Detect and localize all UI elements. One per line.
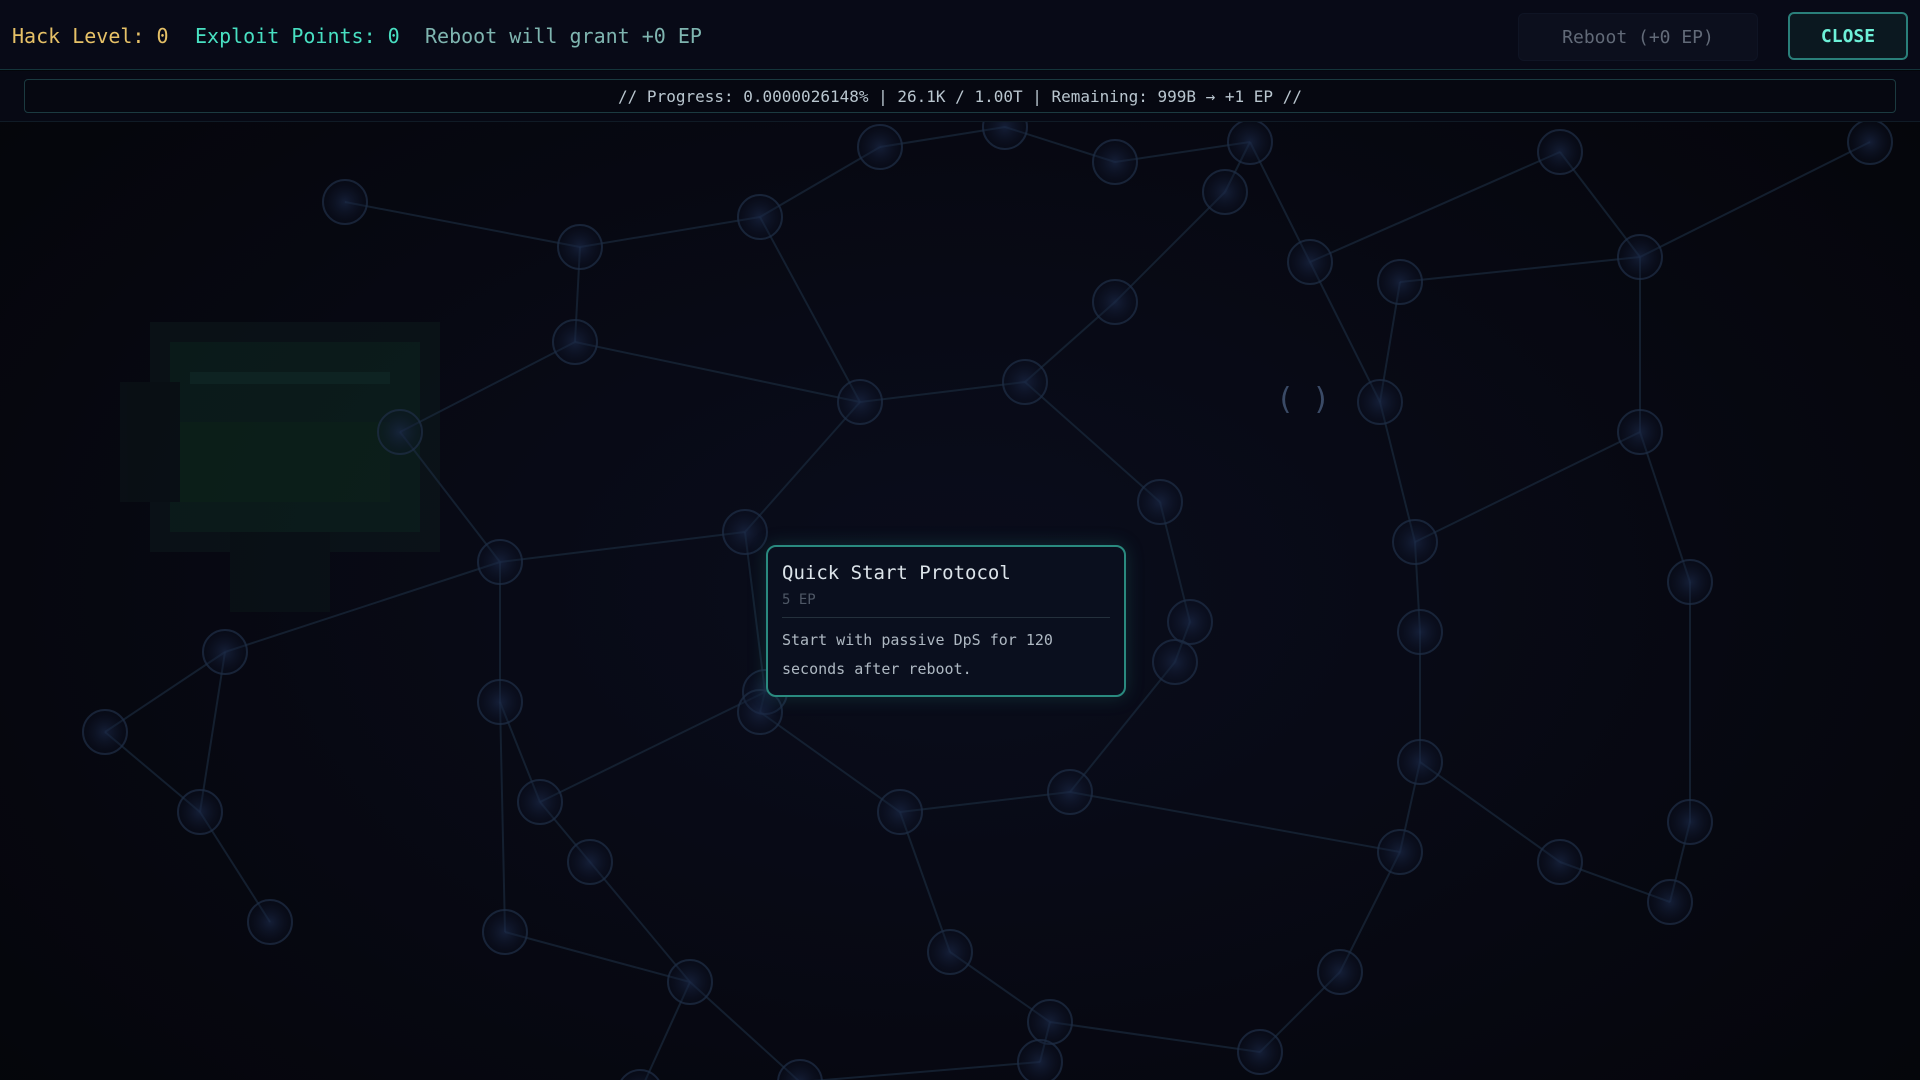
skill-tree-edge <box>504 931 691 983</box>
skill-node[interactable] <box>1167 599 1213 645</box>
skill-tooltip-title: Quick Start Protocol <box>782 562 1011 584</box>
skill-node[interactable] <box>482 909 528 955</box>
skill-tree-edge <box>899 791 1071 813</box>
skill-tree-edge <box>1639 141 1871 258</box>
skill-node[interactable] <box>737 194 783 240</box>
skill-node[interactable] <box>202 629 248 675</box>
skill-node[interactable] <box>1847 122 1893 165</box>
close-button[interactable]: CLOSE <box>1788 12 1908 60</box>
skill-node[interactable] <box>322 179 368 225</box>
skill-node[interactable] <box>1092 279 1138 325</box>
skill-node[interactable] <box>477 539 523 585</box>
skill-node[interactable] <box>1617 409 1663 455</box>
skill-node[interactable] <box>1317 949 1363 995</box>
skill-node[interactable] <box>1667 559 1713 605</box>
skill-tree-edge <box>1114 191 1226 303</box>
skill-node[interactable] <box>517 779 563 825</box>
skill-tree-edge <box>744 531 766 693</box>
skill-tooltip: Quick Start Protocol 5 EP Start with pas… <box>766 545 1126 697</box>
skill-node[interactable] <box>1397 739 1443 785</box>
skill-node[interactable] <box>82 709 128 755</box>
skill-node[interactable] <box>1392 519 1438 565</box>
skill-tree-edge <box>759 711 901 813</box>
hack-level-stat: Hack Level: 0 <box>12 24 169 48</box>
skill-tree-edge <box>1049 1021 1261 1053</box>
skill-tree-edge <box>344 201 581 248</box>
skill-node[interactable] <box>1377 829 1423 875</box>
skill-tree-edge <box>1309 261 1381 403</box>
skill-node[interactable] <box>1237 1029 1283 1075</box>
skill-node[interactable] <box>1227 122 1273 165</box>
progress-bar: // Progress: 0.0000026148% | 26.1K / 1.0… <box>24 79 1896 113</box>
skill-tree-screen: Hack Level: 0 Exploit Points: 0 Reboot w… <box>0 0 1920 1080</box>
skill-tree-edge <box>1309 151 1561 263</box>
skill-node[interactable] <box>1377 259 1423 305</box>
skill-node[interactable] <box>1537 129 1583 175</box>
skill-node[interactable] <box>177 789 223 835</box>
skill-node[interactable] <box>377 409 423 455</box>
locked-region-block <box>120 322 440 612</box>
skill-node[interactable] <box>1152 639 1198 685</box>
skill-node[interactable] <box>1397 609 1443 655</box>
skill-node[interactable] <box>557 224 603 270</box>
skill-node[interactable] <box>567 839 613 885</box>
skill-node[interactable] <box>722 509 768 555</box>
skill-tree-edge <box>199 651 226 813</box>
skill-node[interactable] <box>1647 879 1693 925</box>
skill-node[interactable] <box>247 899 293 945</box>
skill-node[interactable] <box>1047 769 1093 815</box>
skill-node[interactable] <box>857 124 903 170</box>
skill-node[interactable] <box>1287 239 1333 285</box>
skill-tree-edge <box>859 381 1026 403</box>
progress-strip: // Progress: 0.0000026148% | 26.1K / 1.0… <box>0 71 1920 122</box>
skill-tooltip-description: Start with passive DpS for 120 seconds a… <box>782 631 1053 678</box>
skill-node[interactable] <box>1667 799 1713 845</box>
reboot-button[interactable]: Reboot (+0 EP) <box>1518 13 1758 61</box>
skill-tooltip-divider <box>782 617 1110 618</box>
skill-tree-edge <box>579 216 761 248</box>
skill-tree-edge <box>499 531 746 563</box>
top-bar: Hack Level: 0 Exploit Points: 0 Reboot w… <box>0 0 1920 70</box>
skill-tree-edge <box>759 216 861 403</box>
skill-tree-edge <box>1399 256 1641 283</box>
skill-node[interactable] <box>1002 359 1048 405</box>
skill-node[interactable] <box>982 122 1028 150</box>
skill-node[interactable] <box>477 679 523 725</box>
skill-node[interactable] <box>667 959 713 1005</box>
skill-node[interactable] <box>1092 139 1138 185</box>
skill-node[interactable] <box>1017 1039 1063 1080</box>
skill-tree-edge <box>1069 791 1401 853</box>
skill-node[interactable] <box>1537 839 1583 885</box>
exploit-points-stat: Exploit Points: 0 <box>195 24 400 48</box>
progress-text: // Progress: 0.0000026148% | 26.1K / 1.0… <box>618 86 1302 106</box>
skill-tree-edge <box>1639 431 1691 583</box>
skill-tree-edge <box>1414 431 1641 543</box>
skill-node[interactable] <box>1027 999 1073 1045</box>
skill-tree-edge <box>744 401 861 533</box>
skill-node[interactable] <box>837 379 883 425</box>
reboot-grant-text: Reboot will grant +0 EP <box>425 24 702 48</box>
skill-node[interactable] <box>1357 379 1403 425</box>
skill-node[interactable] <box>618 1069 662 1080</box>
skill-tree-edge <box>1024 381 1161 503</box>
skill-tree-edge <box>574 341 861 403</box>
skill-node[interactable] <box>927 929 973 975</box>
skill-node[interactable] <box>1202 169 1248 215</box>
skill-node[interactable] <box>877 789 923 835</box>
locked-node-glyph: ( ) <box>1276 382 1331 417</box>
skill-tree-edge <box>589 861 691 983</box>
skill-tooltip-cost: 5 EP <box>782 592 816 608</box>
skill-node[interactable] <box>1617 234 1663 280</box>
skill-node[interactable] <box>1137 479 1183 525</box>
skill-node[interactable] <box>552 319 598 365</box>
skill-tree-edge <box>1419 761 1561 863</box>
skill-tree-edge <box>499 701 506 933</box>
skill-tree-edge <box>539 691 766 803</box>
skill-tree-edge <box>811 1061 1041 1080</box>
skill-node[interactable] <box>777 1059 823 1080</box>
